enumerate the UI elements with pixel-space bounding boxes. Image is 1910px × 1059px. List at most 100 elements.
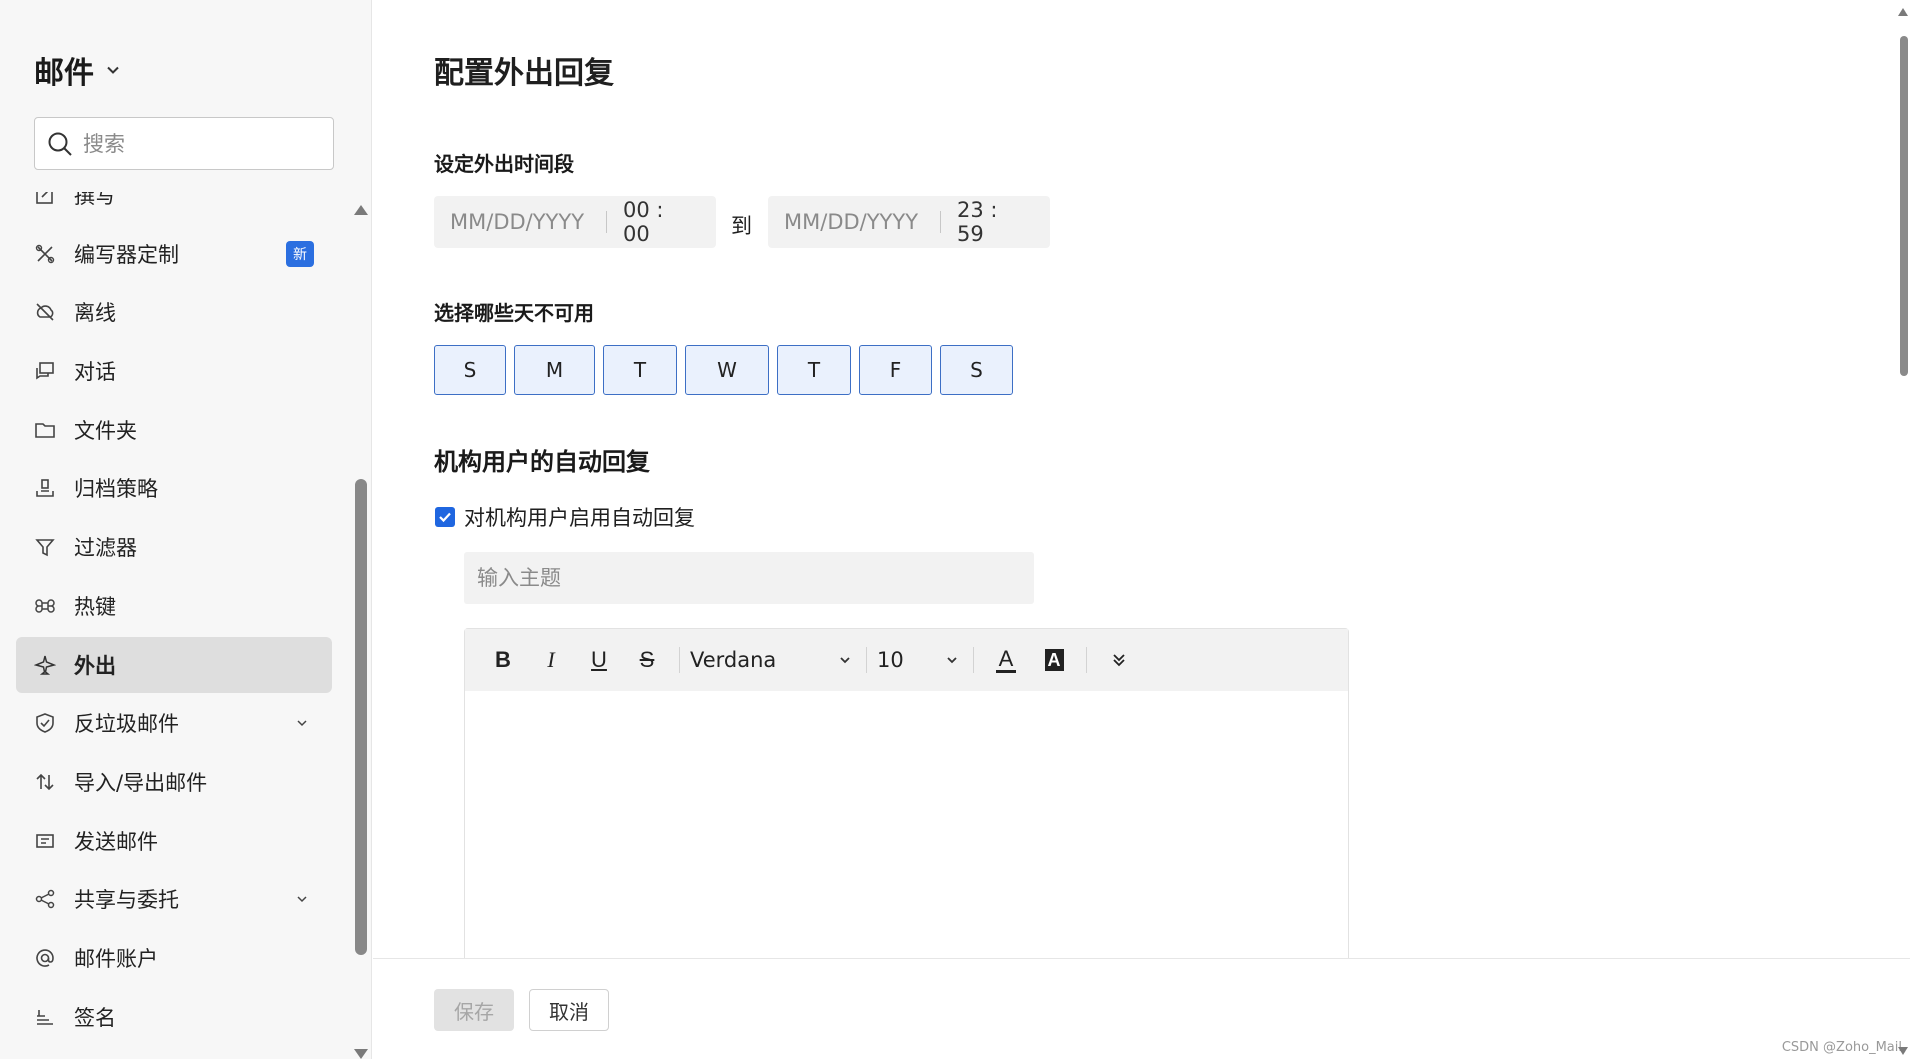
sidebar-item-import-export[interactable]: 导入/导出邮件 <box>16 754 332 810</box>
watermark-text: CSDN @Zoho_Mail <box>1781 1040 1902 1055</box>
day-button-saturday[interactable]: S <box>940 345 1013 395</box>
app-window: 邮件 撰写 编写器定制 新 离线 <box>0 0 1910 1059</box>
main-scrollbar[interactable] <box>1898 0 1910 1059</box>
end-date-input[interactable]: MM/DD/YYYY <box>768 210 940 234</box>
sidebar-item-out-of-office[interactable]: 外出 <box>16 636 332 693</box>
sidebar-item-conversation[interactable]: 对话 <box>16 343 332 399</box>
scroll-down-arrow-icon[interactable] <box>1898 1047 1908 1055</box>
sidebar: 邮件 撰写 编写器定制 新 离线 <box>0 0 372 1059</box>
text-color-button[interactable]: A <box>982 640 1030 680</box>
font-family-value: Verdana <box>690 648 777 672</box>
save-button[interactable]: 保存 <box>434 989 514 1031</box>
toolbar-divider <box>973 647 974 673</box>
subject-input[interactable] <box>464 552 1034 604</box>
text-color-swatch <box>996 669 1016 673</box>
sidebar-item-send-mail[interactable]: 发送邮件 <box>16 813 332 869</box>
day-button-tuesday[interactable]: T <box>603 345 677 395</box>
sidebar-item-anti-spam[interactable]: 反垃圾邮件 <box>16 695 332 751</box>
chevron-down-icon <box>947 657 957 664</box>
auto-reply-heading: 机构用户的自动回复 <box>434 448 650 476</box>
background-color-icon: A <box>1044 649 1064 671</box>
italic-button[interactable]: I <box>527 640 575 680</box>
text-color-icon: A <box>998 645 1014 671</box>
sidebar-item-label: 发送邮件 <box>74 829 158 854</box>
folder-icon <box>34 419 56 441</box>
end-time-input[interactable]: 23 : 59 <box>941 198 1050 246</box>
underline-button[interactable]: U <box>575 640 623 680</box>
toolbar-divider <box>866 647 867 673</box>
sidebar-scrollbar[interactable] <box>350 195 372 1059</box>
day-button-wednesday[interactable]: W <box>685 345 769 395</box>
sidebar-item-label: 文件夹 <box>74 418 137 443</box>
sidebar-item-label: 导入/导出邮件 <box>74 770 208 795</box>
filter-icon <box>34 536 56 558</box>
strikethrough-button[interactable]: S <box>623 640 671 680</box>
chevron-down-icon[interactable] <box>296 893 308 905</box>
import-export-icon <box>34 771 56 793</box>
sidebar-item-compose[interactable]: 撰写 <box>16 192 332 223</box>
enable-auto-reply-option[interactable]: 对机构用户启用自动回复 <box>435 502 695 532</box>
period-heading: 设定外出时间段 <box>434 152 574 176</box>
compose-icon <box>34 192 56 206</box>
sidebar-item-label: 反垃圾邮件 <box>74 712 179 737</box>
sidebar-nav: 撰写 编写器定制 新 离线 对话 文件夹 归档策略 过滤器 热键 外出 反垃圾邮… <box>0 192 345 1054</box>
chevron-down-icon <box>107 66 119 74</box>
checkmark-icon <box>439 512 451 523</box>
scroll-down-arrow-icon[interactable] <box>354 1049 368 1059</box>
start-date-input[interactable]: MM/DD/YYYY <box>434 210 606 234</box>
double-chevron-down-icon <box>1113 654 1125 667</box>
font-size-select[interactable]: 10 <box>875 648 965 672</box>
search-icon <box>48 132 72 156</box>
sidebar-item-label: 热键 <box>74 594 116 619</box>
tools-icon <box>34 243 56 265</box>
end-datetime-field[interactable]: MM/DD/YYYY 23 : 59 <box>768 196 1050 248</box>
day-selector: S M T W T F S <box>434 345 1021 395</box>
sidebar-item-label: 邮件账户 <box>74 946 158 971</box>
search-input[interactable] <box>83 131 323 156</box>
scroll-up-arrow-icon[interactable] <box>354 205 368 215</box>
share-icon <box>34 888 56 910</box>
scrollbar-thumb[interactable] <box>1900 36 1908 376</box>
offline-icon <box>34 301 56 323</box>
sidebar-item-label: 对话 <box>74 360 116 385</box>
sidebar-item-hotkeys[interactable]: 热键 <box>16 578 332 634</box>
sidebar-title: 邮件 <box>34 56 94 91</box>
cancel-button[interactable]: 取消 <box>529 989 609 1031</box>
sidebar-item-label: 离线 <box>74 301 116 326</box>
sidebar-item-sharing-delegation[interactable]: 共享与委托 <box>16 871 332 927</box>
airplane-icon <box>34 654 56 676</box>
page-title: 配置外出回复 <box>434 56 614 91</box>
sidebar-item-mail-accounts[interactable]: 邮件账户 <box>16 930 332 986</box>
bold-button[interactable]: B <box>479 640 527 680</box>
start-time-input[interactable]: 00 : 00 <box>607 198 716 246</box>
sidebar-item-label: 过滤器 <box>74 536 137 561</box>
more-options-button[interactable] <box>1095 640 1143 680</box>
sidebar-item-label: 撰写 <box>74 192 116 208</box>
editor-toolbar: B I U S Verdana 10 A A <box>465 629 1348 691</box>
command-key-icon <box>34 595 56 617</box>
days-heading: 选择哪些天不可用 <box>434 301 594 325</box>
day-button-sunday[interactable]: S <box>434 345 506 395</box>
chevron-down-icon[interactable] <box>296 717 308 729</box>
sidebar-item-offline[interactable]: 离线 <box>16 284 332 340</box>
sidebar-item-composer-customization[interactable]: 编写器定制 新 <box>16 226 332 282</box>
day-button-thursday[interactable]: T <box>777 345 851 395</box>
mail-app-switcher[interactable]: 邮件 <box>34 48 120 92</box>
enable-auto-reply-checkbox[interactable] <box>435 507 455 527</box>
toolbar-divider <box>679 647 680 673</box>
editor-body[interactable] <box>465 691 1348 961</box>
scrollbar-thumb[interactable] <box>355 479 367 955</box>
search-box[interactable] <box>34 117 334 170</box>
sidebar-item-label: 归档策略 <box>74 477 158 502</box>
sidebar-item-signature[interactable]: 签名 <box>16 989 332 1045</box>
background-color-button[interactable]: A <box>1030 640 1078 680</box>
scroll-up-arrow-icon[interactable] <box>1898 8 1908 16</box>
conversation-icon <box>34 360 56 382</box>
sidebar-item-archive-policy[interactable]: 归档策略 <box>16 460 332 516</box>
day-button-friday[interactable]: F <box>859 345 932 395</box>
start-datetime-field[interactable]: MM/DD/YYYY 00 : 00 <box>434 196 716 248</box>
sidebar-item-folders[interactable]: 文件夹 <box>16 402 332 458</box>
day-button-monday[interactable]: M <box>514 345 595 395</box>
font-family-select[interactable]: Verdana <box>688 648 858 672</box>
sidebar-item-filters[interactable]: 过滤器 <box>16 519 332 575</box>
